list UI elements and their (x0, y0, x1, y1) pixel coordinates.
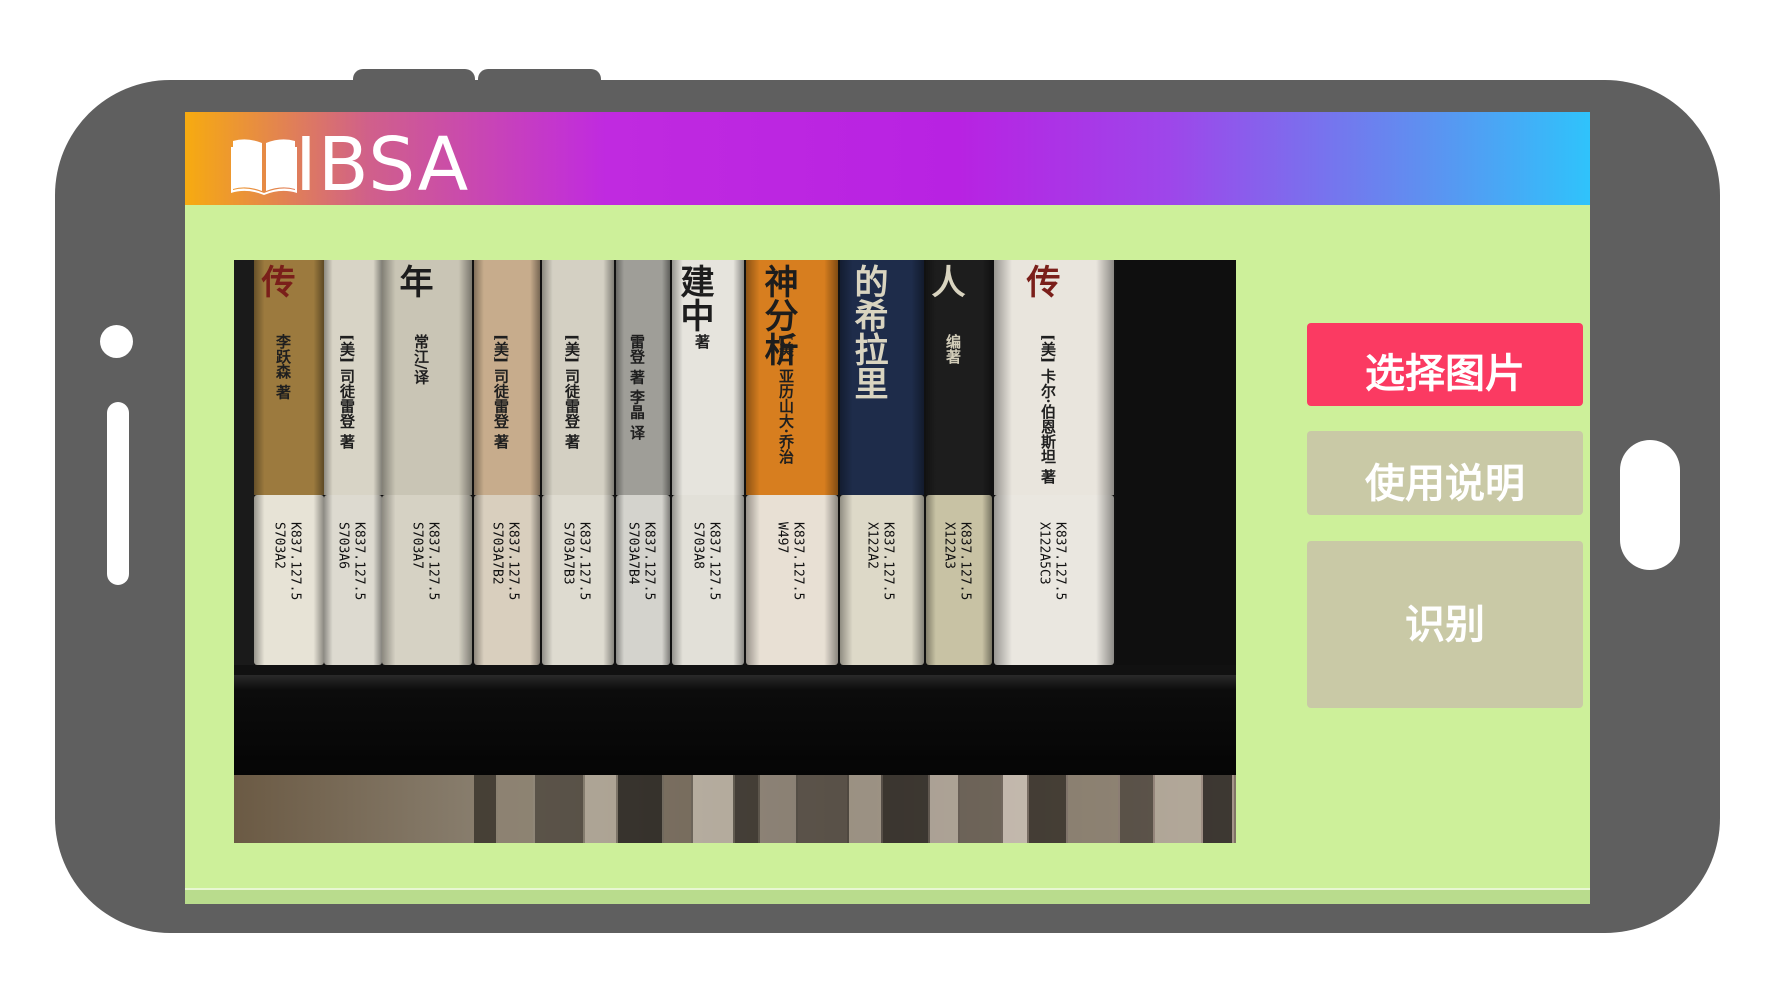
front-camera (100, 325, 133, 358)
spine-call-number-suffix: S703A7B4 (626, 522, 641, 585)
spine-call-number-suffix: S703A2 (272, 522, 287, 569)
spine-shade (474, 260, 540, 665)
select-image-button[interactable]: 选择图片 (1307, 323, 1583, 406)
lower-book (930, 775, 958, 843)
home-button[interactable] (1620, 440, 1680, 570)
spine-call-number: K837.127.5 (791, 522, 806, 600)
device-stage: IBSA 传 李跃森 著 K837.127.5 S703A2 [美] 司徒雷登 … (0, 0, 1769, 985)
spine-call-number-suffix: X122A5C3 (1037, 522, 1052, 585)
book-spine-photo: 传李跃森 著 K837.127.5 S703A2 [美] 司徒雷登 著 K837.127… (234, 260, 1236, 843)
book-spine: 神分析[美] 亚历山大·乔治K837.127.5W497 (746, 260, 838, 665)
recognize-button[interactable]: 识别 (1307, 541, 1583, 708)
lower-book (664, 775, 691, 843)
spine-shade (616, 260, 670, 665)
spine-author: [美] 司徒雷登 著 (563, 334, 581, 449)
book-spine: 建中著 K837.127.5S703A8 (672, 260, 744, 665)
spine-title: 传 (255, 264, 296, 298)
spine-author: 雷登 著 李晶 译 (628, 334, 646, 441)
book-spine: 雷登 著 李晶 译 K837.127.5S703A7B4 (616, 260, 670, 665)
lower-book (1155, 775, 1201, 843)
lower-book (798, 775, 847, 843)
spine-call-number-suffix: W497 (775, 522, 790, 553)
lower-book (1029, 775, 1066, 843)
instructions-button[interactable]: 使用说明 (1307, 431, 1583, 515)
lower-book (1003, 775, 1027, 843)
shelf-board (234, 675, 1236, 775)
spine-call-number: K837.127.5 (958, 522, 973, 600)
spine-shade (254, 260, 324, 665)
book-spine: 传李跃森 著 K837.127.5S703A2 (254, 260, 324, 665)
lower-book (474, 775, 496, 843)
spine-call-number: K837.127.5 (288, 522, 303, 600)
screen-bottom-strip (185, 888, 1590, 904)
spine-call-number-suffix: X122A3 (942, 522, 957, 569)
app-logo: IBSA (231, 122, 470, 208)
spine-call-number: K837.127.5 (426, 522, 441, 600)
spine-call-number-suffix: S703A7B2 (490, 522, 505, 585)
spine-shade (324, 260, 382, 665)
app-title: IBSA (295, 122, 470, 208)
lower-book (1068, 775, 1118, 843)
spine-call-number-suffix: X122A2 (865, 522, 880, 569)
spine-author: 常江/译 (412, 333, 430, 385)
spine-call-number-suffix: S703A6 (336, 522, 351, 569)
spine-call-number: K837.127.5 (642, 522, 657, 600)
spine-call-number: K837.127.5 (707, 522, 722, 600)
lower-book (585, 775, 616, 843)
spine-author: [美] 司徒雷登 著 (338, 334, 356, 449)
spine-shade (542, 260, 614, 665)
spine-call-number-suffix: S703A7B3 (561, 522, 576, 585)
spine-call-number: K837.127.5 (577, 522, 592, 600)
spine-call-number: K837.127.5 (1053, 522, 1068, 600)
spine-call-number: K837.127.5 (881, 522, 896, 600)
spine-author: [美] 亚历山大·乔治 (777, 334, 795, 465)
dark-book-left (234, 260, 254, 665)
lower-book (618, 775, 662, 843)
dark-book-right (1116, 260, 1236, 665)
lower-book-row (474, 775, 1236, 843)
spine-author: 编著 (944, 333, 962, 364)
lower-book (498, 775, 533, 843)
spine-title: 年 (393, 264, 433, 298)
speaker-slot (107, 402, 129, 585)
spine-title: 人 (925, 264, 965, 298)
spine-author: [美] 卡尔·伯恩斯坦 著 (1039, 334, 1057, 484)
spine-group: 传李跃森 著K837.127.5S703A2[美] 司徒雷登 著K837.127… (234, 260, 1236, 665)
lower-book (735, 775, 758, 843)
spine-title: 的希拉里 (848, 264, 888, 400)
book-spine: [美] 司徒雷登 著 K837.127.5S703A7B3 (542, 260, 614, 665)
lower-book (883, 775, 928, 843)
book-spine: 的希拉里 K837.127.5X122A2 (840, 260, 924, 665)
spine-author: [美] 司徒雷登 著 (492, 334, 510, 449)
lower-book (1234, 775, 1236, 843)
open-book-icon (231, 139, 297, 195)
spine-shade (926, 260, 992, 665)
photo-canvas: 传李跃森 著K837.127.5S703A2[美] 司徒雷登 著K837.127… (234, 260, 1236, 843)
book-spine: 人编著 K837.127.5X122A3 (925, 260, 992, 665)
app-screen: IBSA 传 李跃森 著 K837.127.5 S703A2 [美] 司徒雷登 … (185, 112, 1590, 904)
lower-book (1203, 775, 1232, 843)
lower-book (535, 775, 583, 843)
lower-book (849, 775, 881, 843)
book-spine: [美] 司徒雷登 著 K837.127.5S703A7B2 (474, 260, 540, 665)
lower-book (960, 775, 1001, 843)
book-spine: 年常江/译 K837.127.5S703A7 (382, 260, 472, 665)
book-spine: [美] 司徒雷登 著 K837.127.5S703A6 (324, 260, 382, 665)
spine-call-number: K837.127.5 (506, 522, 521, 600)
spine-author: 李跃森 著 (274, 333, 292, 399)
lower-book (1120, 775, 1153, 843)
app-header: IBSA (185, 112, 1590, 205)
spine-call-number-suffix: S703A8 (691, 522, 706, 569)
spine-shade (382, 260, 472, 665)
spine-title: 传 (1020, 264, 1061, 298)
spine-call-number: K837.127.5 (352, 522, 367, 600)
lower-book (760, 775, 796, 843)
spine-title: 建中 (674, 264, 714, 332)
lower-book (693, 775, 733, 843)
book-spine: 传 [美] 卡尔·伯恩斯坦 著 K837.127.5X122A5C3 (994, 260, 1114, 665)
spine-call-number-suffix: S703A7 (410, 522, 425, 569)
spine-author: 著 (693, 333, 711, 349)
